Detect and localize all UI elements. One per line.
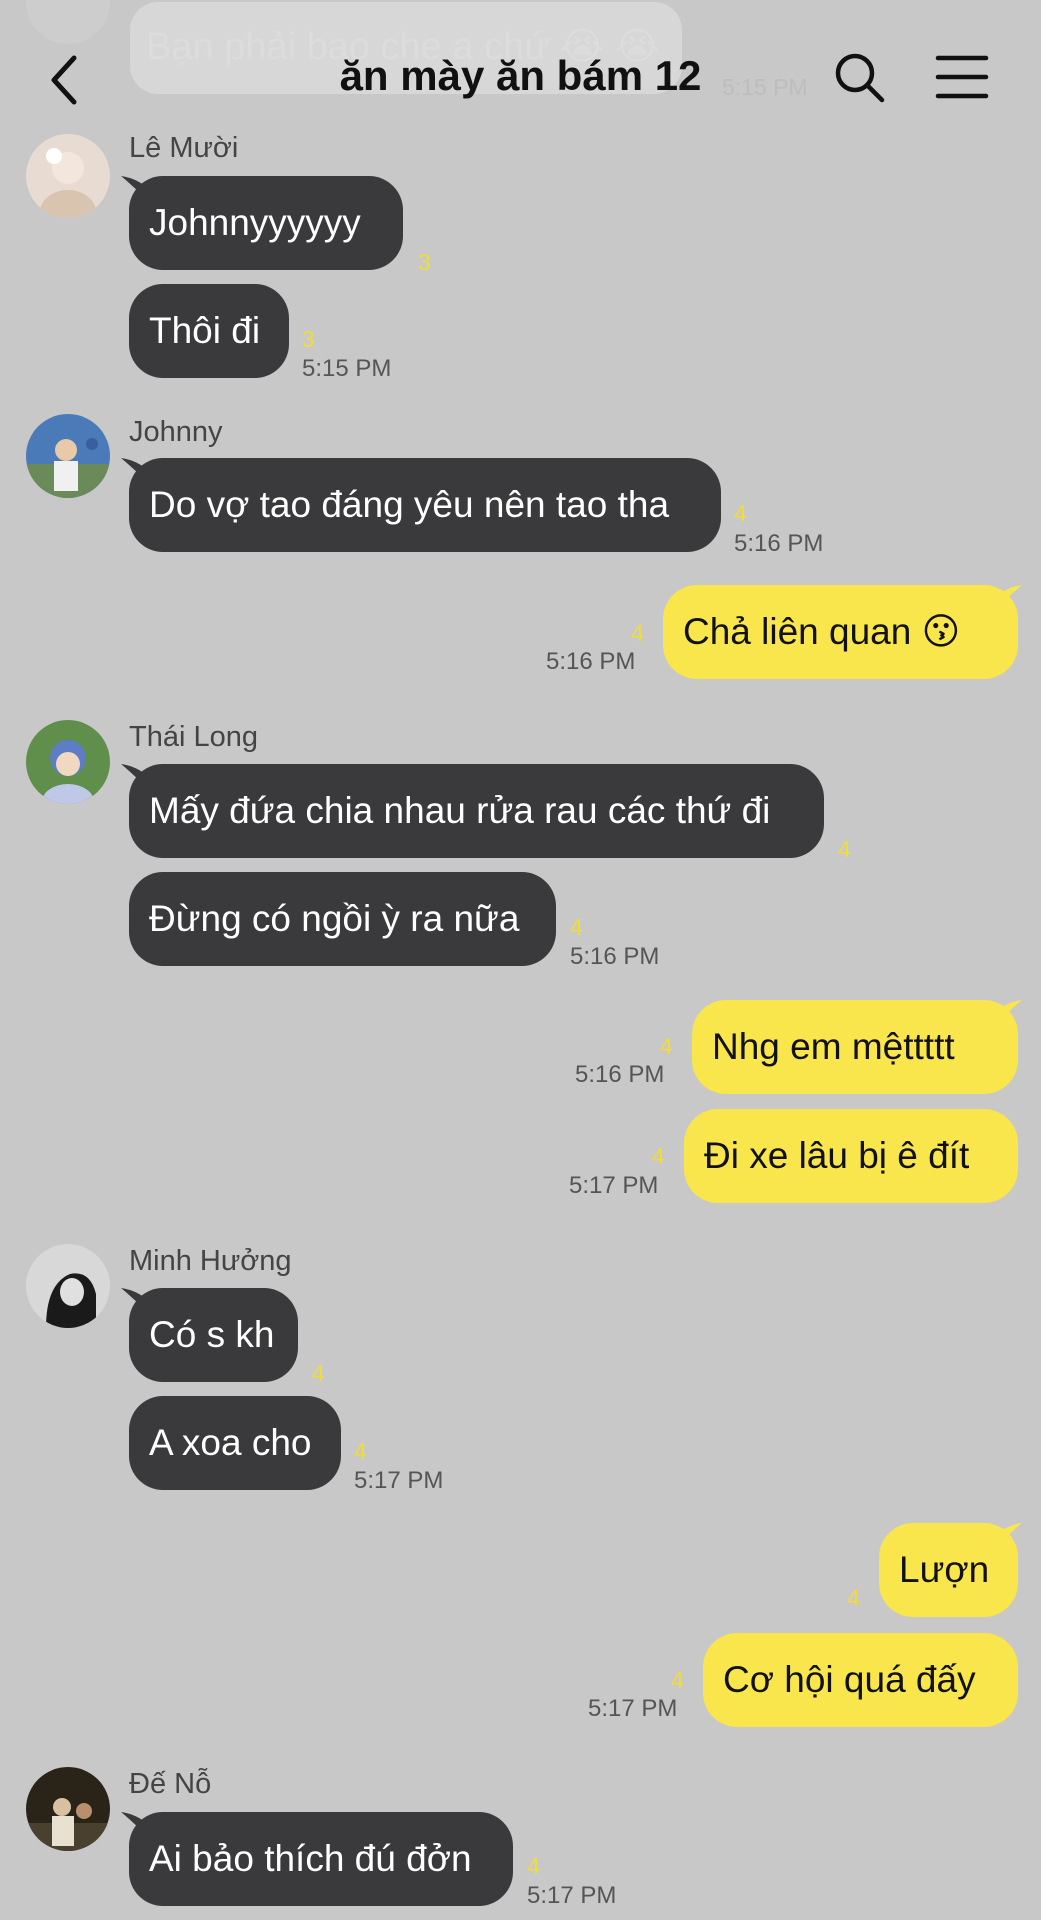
- search-icon[interactable]: [832, 50, 888, 106]
- message-time: 5:16 PM: [575, 1061, 665, 1088]
- message-time: 5:16 PM: [546, 648, 636, 675]
- avatar[interactable]: [26, 134, 110, 218]
- avatar[interactable]: [26, 414, 110, 498]
- message-bubble[interactable]: Johnnyyyyyy: [129, 176, 403, 270]
- message-bubble[interactable]: Nhg em mệttttt: [692, 1000, 1018, 1094]
- unread-count: 4: [671, 1667, 684, 1693]
- message-time: 5:17 PM: [569, 1172, 659, 1199]
- sender-name: Thái Long: [129, 721, 258, 753]
- message-bubble[interactable]: Do vợ tao đáng yêu nên tao tha: [129, 458, 721, 552]
- unread-count: 4: [570, 914, 583, 940]
- message-bubble[interactable]: Đừng có ngồi ỳ ra nữa: [129, 872, 556, 966]
- unread-count: 4: [527, 1853, 540, 1879]
- avatar[interactable]: [26, 1767, 110, 1851]
- unread-count: 4: [652, 1143, 665, 1169]
- unread-count: 4: [847, 1585, 860, 1611]
- sender-name: Lê Mười: [129, 132, 239, 164]
- message-time: 5:17 PM: [527, 1882, 617, 1909]
- sender-name: Minh Hưởng: [129, 1245, 292, 1277]
- message-bubble[interactable]: Đi xe lâu bị ê đít: [684, 1109, 1018, 1203]
- sender-name: Johnny: [129, 416, 223, 448]
- unread-count: 4: [734, 500, 747, 526]
- sender-name: Đế Nỗ: [129, 1768, 212, 1800]
- avatar[interactable]: [26, 1244, 110, 1328]
- message-bubble[interactable]: Có s kh: [129, 1288, 298, 1382]
- message-bubble[interactable]: Chả liên quan 😗: [663, 585, 1018, 679]
- unread-count: 4: [631, 620, 644, 646]
- unread-count: 3: [418, 249, 431, 275]
- unread-count: 4: [660, 1033, 673, 1059]
- message-time: 5:15 PM: [302, 355, 392, 382]
- message-bubble[interactable]: A xoa cho: [129, 1396, 341, 1490]
- message-bubble[interactable]: Ai bảo thích đú đởn: [129, 1812, 513, 1906]
- message-bubble[interactable]: Lượn: [879, 1523, 1018, 1617]
- avatar[interactable]: [26, 720, 110, 804]
- message-bubble[interactable]: Cơ hội quá đấy: [703, 1633, 1018, 1727]
- unread-count: 4: [354, 1438, 367, 1464]
- unread-count: 4: [312, 1360, 325, 1386]
- message-time: 5:16 PM: [570, 943, 660, 970]
- message-time: 5:17 PM: [354, 1467, 444, 1494]
- message-bubble[interactable]: Mấy đứa chia nhau rửa rau các thứ đi: [129, 764, 824, 858]
- unread-count: 3: [302, 326, 315, 352]
- message-time: 5:17 PM: [588, 1695, 678, 1722]
- message-bubble[interactable]: Thôi đi: [129, 284, 289, 378]
- message-time: 5:16 PM: [734, 530, 824, 557]
- previous-avatar: [26, 0, 110, 44]
- menu-icon[interactable]: [934, 52, 990, 102]
- unread-count: 4: [838, 836, 851, 862]
